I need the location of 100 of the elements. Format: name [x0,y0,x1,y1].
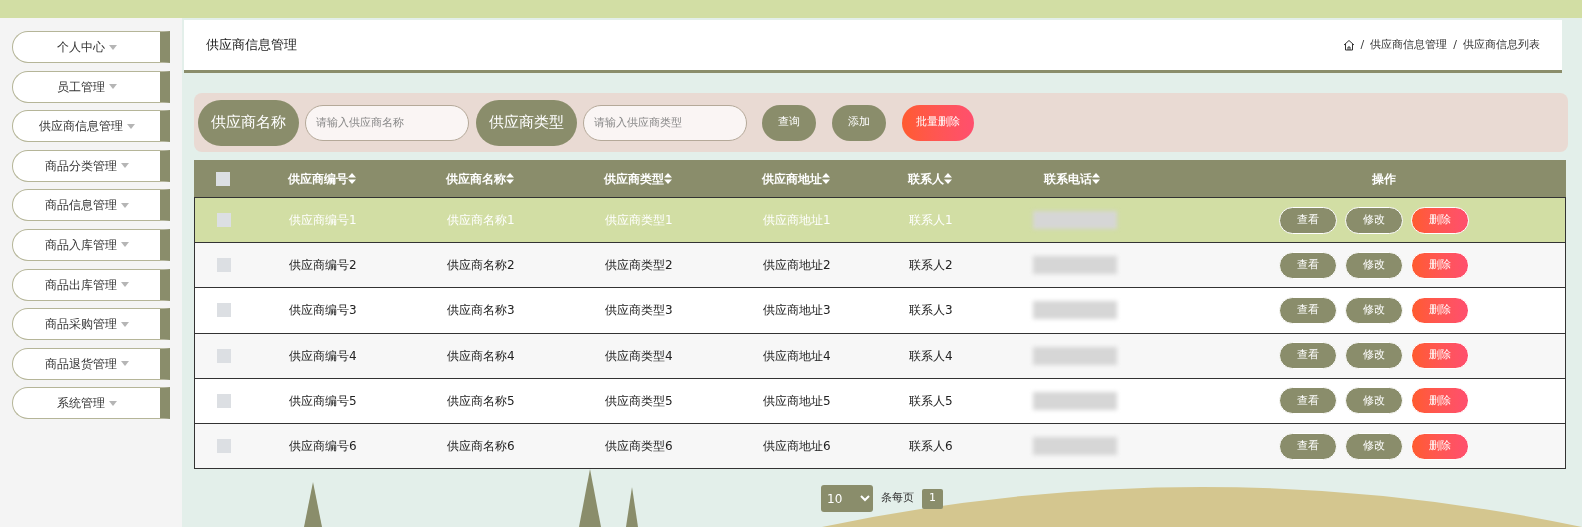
search-field[interactable]: 请输入供应商名称 [305,104,469,141]
checkbox[interactable] [217,213,231,228]
checkbox[interactable] [216,171,230,186]
table-cell-text: 供应商编号5 [289,392,358,410]
table-row[interactable]: 供应商编号3 供应商名称3 供应商类型3 供应商地址3 联系人3 查看 修改 删除 [195,287,1565,333]
table-cell-text: 联系人5 [909,392,954,410]
delete-button[interactable]: 删除 [1411,432,1469,460]
table-cell-text: 供应商编号4 [289,347,358,365]
column-header[interactable]: 供应商类型 [604,169,762,188]
table-cell-text: 供应商类型6 [605,438,674,456]
caret-icon [120,242,129,248]
action-button[interactable]: 修改 [1345,206,1403,234]
home-icon[interactable] [1342,39,1355,51]
caret-icon [108,44,117,50]
action-button[interactable]: 查看 [1279,387,1337,415]
delete-button[interactable]: 删除 [1411,251,1469,279]
table-cell-text: 供应商名称5 [447,392,516,410]
caret-icon [108,400,117,406]
action-button[interactable]: 修改 [1345,296,1403,324]
delete-button[interactable]: 删除 [1411,296,1469,324]
checkbox[interactable] [217,393,231,408]
checkbox[interactable] [217,348,231,363]
page-size-label: 条每页 [881,490,914,507]
table-cell-text: 联系人2 [909,257,954,275]
table-cell-text: 供应商编号2 [289,257,358,275]
action-button[interactable]: 查看 [1279,206,1337,234]
delete-button[interactable]: 删除 [1411,206,1469,234]
sidebar-item[interactable]: 商品出库管理 [12,268,170,301]
action-button[interactable]: 查看 [1279,251,1337,279]
sort-icon [1092,173,1100,184]
action-button[interactable]: 查看 [1279,432,1337,460]
sort-icon [944,173,952,184]
table-cell-text: 供应商类型5 [605,392,674,410]
table-cell-text: 供应商编号6 [289,438,358,456]
caret-icon [120,361,129,367]
table-row[interactable]: 供应商编号1 供应商名称1 供应商类型1 供应商地址1 联系人1 查看 修改 删除 [195,197,1565,243]
table-row[interactable]: 供应商编号6 供应商名称6 供应商类型6 供应商地址6 联系人6 查看 修改 删除 [195,422,1565,469]
search-field[interactable]: 请输入供应商类型 [583,104,747,141]
breadcrumb-separator: / [1360,36,1365,53]
sidebar-item[interactable]: 商品入库管理 [12,228,170,261]
table-cell-text: 供应商地址1 [763,212,832,230]
sort-icon [506,173,514,184]
sidebar-item[interactable]: 商品信息管理 [12,189,170,222]
breadcrumb-link[interactable]: 供应商信息列表 [1463,36,1540,54]
sort-icon [348,173,356,184]
caret-icon [120,163,129,169]
column-header[interactable]: 供应商地址 [762,169,908,188]
table-cell-text: 供应商地址6 [763,438,832,456]
breadcrumb-link[interactable]: 供应商信息管理 [1370,36,1448,54]
sidebar-item[interactable]: 系统管理 [12,387,170,420]
action-button[interactable]: 修改 [1345,251,1403,279]
breadcrumb-separator: / [1453,36,1457,53]
sidebar-item[interactable]: 员工管理 [12,70,170,103]
caret-icon [126,123,135,129]
tree-drawing [626,487,638,527]
table-cell-text: 供应商编号3 [289,302,358,320]
table-cell-text: 供应商名称6 [447,438,516,456]
table-cell-text: 供应商名称2 [447,257,516,275]
column-header[interactable]: 供应商编号 [288,169,446,188]
table-row[interactable]: 供应商编号2 供应商名称2 供应商类型2 供应商地址2 联系人2 查看 修改 删除 [195,242,1565,288]
table-cell-text: 供应商地址2 [763,257,832,275]
table-cell-text: 供应商地址5 [763,392,832,410]
table-cell-text: 供应商名称3 [447,302,516,320]
sidebar-item[interactable]: 供应商信息管理 [12,110,170,143]
column-header[interactable]: 供应商名称 [446,169,604,188]
caret-icon [120,202,129,208]
checkbox[interactable] [217,258,231,273]
action-button[interactable]: 查询 [762,104,816,141]
batch-delete-button[interactable]: 批量删除 [902,104,974,141]
action-button[interactable]: 修改 [1345,342,1403,370]
action-button[interactable]: 修改 [1345,387,1403,415]
table-cell-text: 供应商类型2 [605,257,674,275]
sidebar-item[interactable]: 商品采购管理 [12,308,170,341]
page-size-select[interactable]: 10 [821,485,873,513]
checkbox[interactable] [217,303,231,318]
sidebar-item[interactable]: 商品退货管理 [12,347,170,380]
table-row[interactable]: 供应商编号4 供应商名称4 供应商类型4 供应商地址4 联系人4 查看 修改 删除 [195,332,1565,378]
sort-icon [822,173,830,184]
page-number[interactable]: 1 [922,488,943,509]
table-cell-text: 供应商名称1 [447,212,516,230]
action-button[interactable]: 查看 [1279,342,1337,370]
table-cell-text: 供应商类型3 [605,302,674,320]
column-header[interactable]: 联系电话 [1044,169,1262,188]
sort-icon [664,173,672,184]
table-row[interactable]: 供应商编号5 供应商名称5 供应商类型5 供应商地址5 联系人5 查看 修改 删除 [195,377,1565,423]
table-cell-text: 供应商编号1 [289,212,358,230]
action-button[interactable]: 添加 [832,104,886,141]
sidebar-item[interactable]: 个人中心 [12,31,170,63]
column-header: 操作 [1372,171,1396,186]
action-button[interactable]: 修改 [1345,432,1403,460]
action-button[interactable]: 查看 [1279,296,1337,324]
table-cell-text: 联系人1 [909,212,954,230]
delete-button[interactable]: 删除 [1411,387,1469,415]
delete-button[interactable]: 删除 [1411,342,1469,370]
page-title: 供应商信息管理 [206,36,297,55]
table-cell-text: 联系人3 [909,302,954,320]
column-header[interactable]: 联系人 [908,169,1044,188]
sidebar-item[interactable]: 商品分类管理 [12,149,170,182]
checkbox[interactable] [217,439,231,454]
table-cell-text: 供应商地址4 [763,347,832,365]
